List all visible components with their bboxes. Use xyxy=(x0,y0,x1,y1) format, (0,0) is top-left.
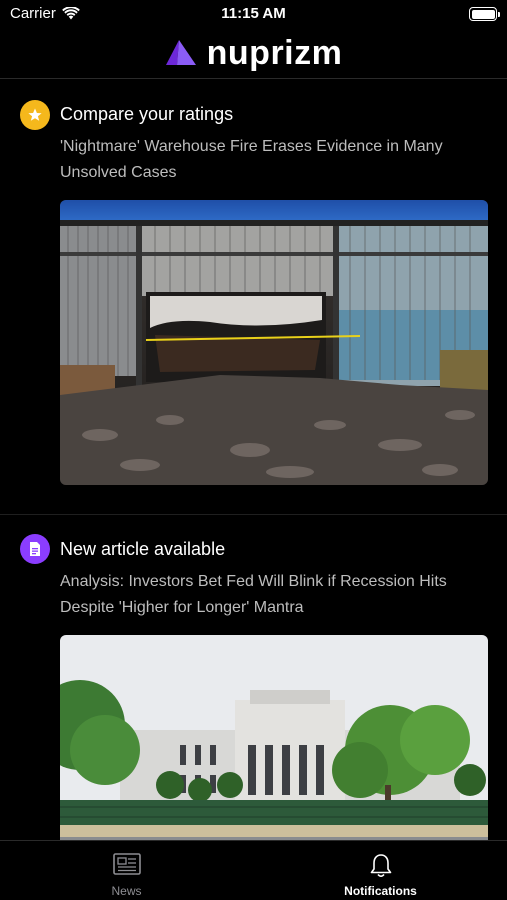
bell-icon xyxy=(370,854,391,878)
star-icon xyxy=(20,100,50,130)
notification-title: Compare your ratings xyxy=(60,104,234,124)
notification-description: 'Nightmare' Warehouse Fire Erases Eviden… xyxy=(60,138,443,181)
notification-description: Analysis: Investors Bet Fed Will Blink i… xyxy=(60,573,447,616)
notification-card[interactable]: Compare your ratings 'Nightmare' Warehou… xyxy=(0,80,507,515)
tab-notifications-label: Notifications xyxy=(344,884,417,898)
article-image[interactable] xyxy=(60,200,488,485)
app-logo-text: nuprizm xyxy=(206,33,343,72)
notification-title: New article available xyxy=(60,539,226,559)
nuprizm-logo-icon xyxy=(165,40,196,65)
tab-news-label: News xyxy=(111,884,142,898)
federal-reserve-building-photo xyxy=(60,635,488,840)
battery-icon xyxy=(469,7,500,21)
tab-news[interactable]: News xyxy=(0,841,253,900)
notifications-feed[interactable]: Compare your ratings 'Nightmare' Warehou… xyxy=(0,80,507,840)
tab-bar: News Notifications xyxy=(0,840,507,900)
newspaper-icon xyxy=(112,853,141,875)
article-image[interactable] xyxy=(60,635,488,840)
status-time: 11:15 AM xyxy=(221,5,286,22)
status-bar: Carrier 11:15 AM xyxy=(0,0,507,28)
document-icon xyxy=(20,534,50,564)
burned-warehouse-photo xyxy=(60,200,488,485)
notification-card[interactable]: New article available Analysis: Investor… xyxy=(0,515,507,840)
tab-notifications[interactable]: Notifications xyxy=(254,841,507,900)
app-header: nuprizm xyxy=(0,28,507,79)
